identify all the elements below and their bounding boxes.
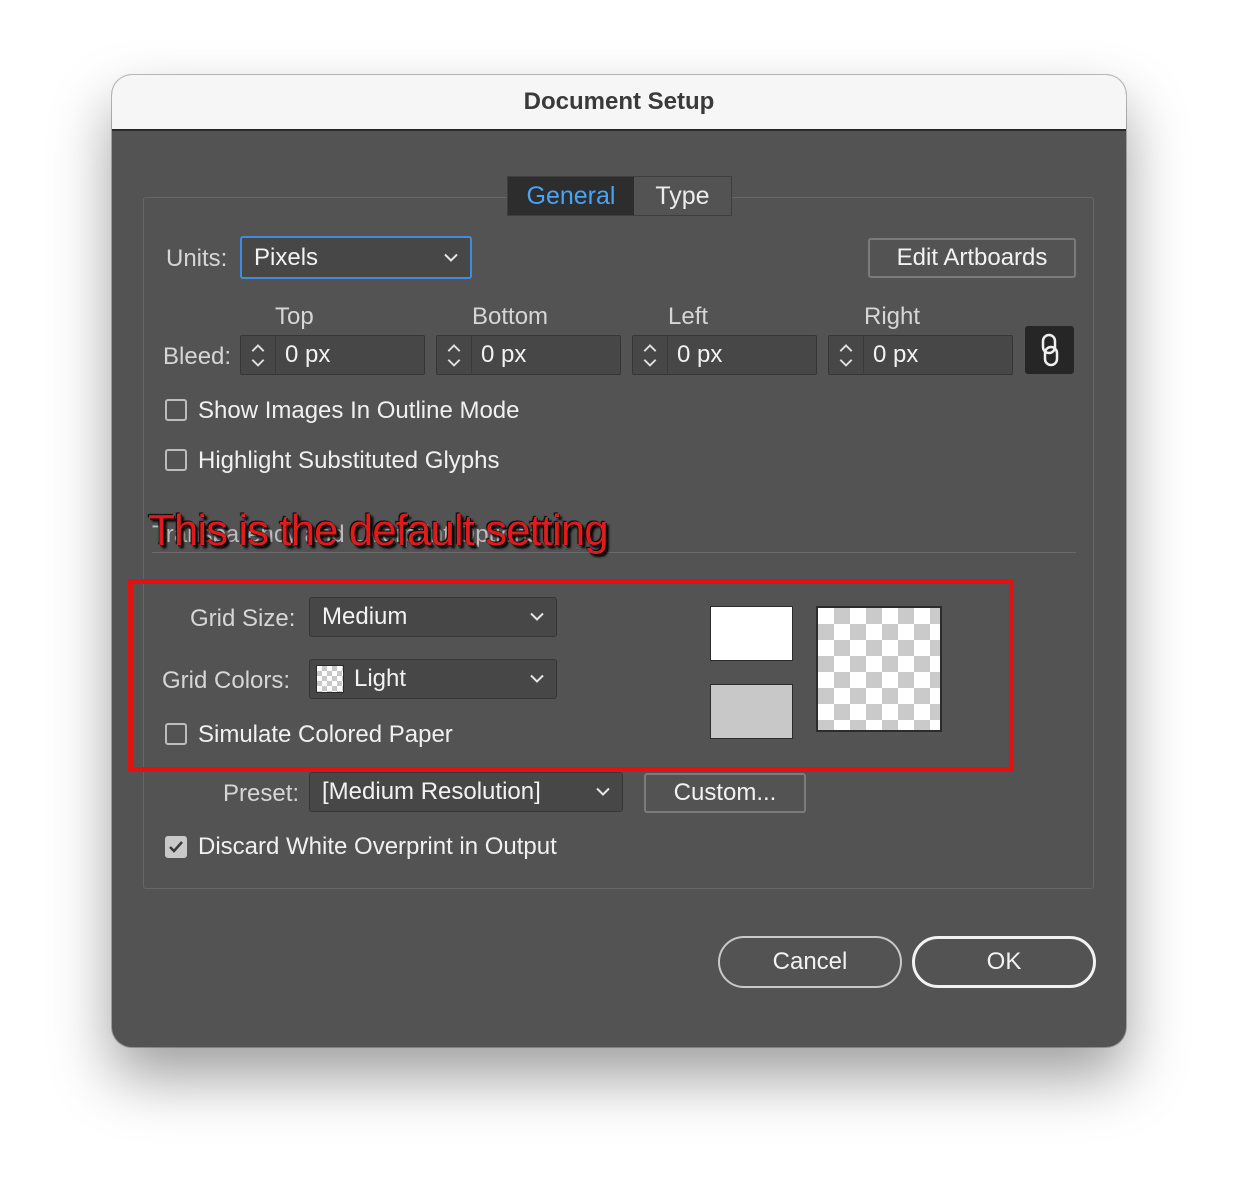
edit-artboards-button[interactable]: Edit Artboards bbox=[868, 238, 1076, 278]
ok-button[interactable]: OK bbox=[912, 936, 1096, 988]
annotation-text: This is the default setting bbox=[148, 506, 609, 555]
custom-button[interactable]: Custom... bbox=[644, 773, 806, 813]
stepper-arrows-icon[interactable] bbox=[241, 336, 276, 374]
stepper-arrows-icon[interactable] bbox=[633, 336, 668, 374]
tab-general[interactable]: General bbox=[508, 177, 634, 215]
tab-bar: General Type bbox=[507, 176, 732, 216]
checkmark-icon bbox=[169, 841, 183, 853]
discard-overprint-checkbox[interactable] bbox=[165, 836, 187, 858]
units-value: Pixels bbox=[254, 243, 319, 271]
chevron-down-icon bbox=[596, 787, 610, 796]
cancel-button[interactable]: Cancel bbox=[718, 936, 902, 988]
units-select[interactable]: Pixels bbox=[240, 236, 472, 279]
bleed-left-field[interactable]: 0 px bbox=[632, 335, 817, 375]
stepper-arrows-icon[interactable] bbox=[829, 336, 864, 374]
bleed-left-value: 0 px bbox=[677, 341, 723, 368]
bleed-top-value: 0 px bbox=[285, 341, 331, 368]
units-label: Units: bbox=[166, 245, 228, 272]
preset-label: Preset: bbox=[223, 780, 300, 807]
discard-overprint-label: Discard White Overprint in Output bbox=[198, 833, 557, 860]
bleed-header-bottom: Bottom bbox=[472, 303, 549, 330]
bleed-right-field[interactable]: 0 px bbox=[828, 335, 1013, 375]
link-bleed-button[interactable] bbox=[1025, 326, 1074, 374]
bleed-header-left: Left bbox=[668, 303, 709, 330]
bleed-bottom-field[interactable]: 0 px bbox=[436, 335, 621, 375]
highlight-glyphs-checkbox[interactable] bbox=[165, 449, 187, 471]
bleed-header-top: Top bbox=[275, 303, 314, 330]
annotation-highlight-box bbox=[128, 579, 1014, 772]
show-images-checkbox[interactable] bbox=[165, 399, 187, 421]
bleed-top-field[interactable]: 0 px bbox=[240, 335, 425, 375]
highlight-glyphs-label: Highlight Substituted Glyphs bbox=[198, 447, 500, 474]
bleed-bottom-value: 0 px bbox=[481, 341, 527, 368]
bleed-label: Bleed: bbox=[163, 343, 232, 370]
bleed-right-value: 0 px bbox=[873, 341, 919, 368]
stepper-arrows-icon[interactable] bbox=[437, 336, 472, 374]
bleed-header-right: Right bbox=[864, 303, 921, 330]
tab-type[interactable]: Type bbox=[634, 177, 731, 215]
preset-value: [Medium Resolution] bbox=[322, 778, 541, 805]
document-setup-dialog: Document Setup General Type Units: Pixel… bbox=[112, 75, 1126, 1047]
show-images-label: Show Images In Outline Mode bbox=[198, 397, 520, 424]
chevron-down-icon bbox=[444, 253, 458, 262]
preset-select[interactable]: [Medium Resolution] bbox=[309, 772, 623, 812]
chain-link-icon bbox=[1041, 333, 1058, 367]
dialog-title: Document Setup bbox=[112, 75, 1126, 131]
